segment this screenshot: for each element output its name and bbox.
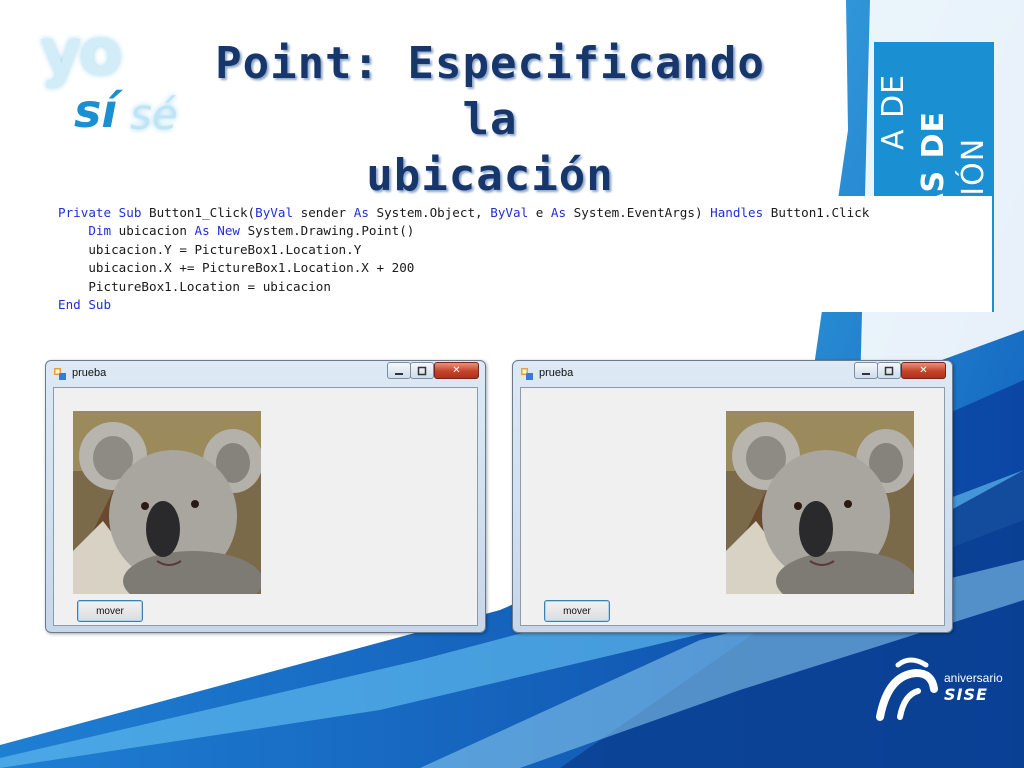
code-line: End Sub — [58, 296, 992, 314]
code-text: System.Drawing.Point() — [240, 223, 415, 239]
minimize-button[interactable] — [387, 362, 411, 379]
code-text: e — [528, 205, 551, 220]
code-snippet: Private Sub Button1_Click(ByVal sender A… — [50, 196, 992, 312]
code-line: PictureBox1.Location = ubicacion — [58, 278, 992, 296]
aniversario-label: aniversario — [944, 671, 1003, 685]
close-button[interactable]: ✕ — [901, 362, 946, 379]
code-keyword: ByVal — [255, 205, 294, 220]
code-text: System.EventArgs) — [566, 205, 711, 220]
maximize-icon — [884, 366, 894, 375]
minimize-button[interactable] — [854, 362, 878, 379]
form-client-area: mover — [53, 387, 478, 626]
maximize-button[interactable] — [410, 362, 434, 379]
window-titlebar[interactable]: prueba ✕ — [513, 361, 952, 387]
koala-picture-box — [73, 411, 261, 594]
code-text: System.Object, — [368, 205, 491, 220]
form-window-after[interactable]: prueba ✕ mover — [512, 360, 953, 633]
minimize-icon — [395, 372, 403, 375]
logo-se: sé — [130, 90, 178, 139]
close-icon: ✕ — [452, 365, 461, 376]
code-text: ubicacion.X += PictureBox1.Location.X + … — [58, 260, 415, 276]
code-text: Button1_Click( — [141, 205, 256, 220]
code-keyword: Handles — [710, 205, 764, 220]
mover-button[interactable]: mover — [544, 600, 610, 622]
code-keyword: Private Sub — [58, 205, 142, 220]
code-text: sender — [293, 205, 354, 220]
window-title: prueba — [72, 367, 107, 379]
code-text: ubicacion.Y = PictureBox1.Location.Y — [58, 241, 362, 257]
slide-title-line-1: Point: Especificando la — [215, 38, 765, 145]
window-title: prueba — [539, 367, 574, 379]
code-text: PictureBox1.Location = ubicacion — [58, 278, 331, 294]
code-line: Private Sub Button1_Click(ByVal sender A… — [58, 204, 992, 222]
runner-icon — [876, 657, 938, 721]
logo-yo: yo — [40, 16, 123, 90]
maximize-button[interactable] — [877, 362, 901, 379]
code-keyword: End Sub — [58, 297, 112, 313]
sise-brand: SISE — [944, 685, 988, 704]
form-app-icon — [54, 368, 66, 380]
code-line: ubicacion.X += PictureBox1.Location.X + … — [58, 259, 992, 277]
code-keyword: As — [550, 205, 567, 220]
code-keyword: ByVal — [490, 205, 529, 220]
yo-si-se-logo: yo sí sé — [40, 16, 190, 142]
form-window-before[interactable]: prueba ✕ mover — [45, 360, 486, 633]
code-keyword: As New — [194, 223, 241, 239]
close-button[interactable]: ✕ — [434, 362, 479, 379]
close-icon: ✕ — [919, 365, 928, 376]
code-line: Dim ubicacion As New System.Drawing.Poin… — [58, 222, 992, 240]
logo-si: sí — [74, 84, 118, 138]
code-line: ubicacion.Y = PictureBox1.Location.Y — [58, 241, 992, 259]
code-text: Button1.Click — [763, 205, 870, 220]
minimize-icon — [862, 372, 870, 375]
slide-title: Point: Especificando la ubicación — [210, 36, 770, 204]
mover-button[interactable]: mover — [77, 600, 143, 622]
koala-picture-box — [726, 411, 914, 594]
code-keyword: Dim — [88, 223, 112, 239]
maximize-icon — [417, 366, 427, 375]
code-text: ubicacion — [111, 223, 195, 239]
form-client-area: mover — [520, 387, 945, 626]
form-app-icon — [521, 368, 533, 380]
code-keyword: As — [353, 205, 369, 220]
aniversario-sise-logo: aniversario SISE — [870, 655, 1020, 735]
window-titlebar[interactable]: prueba ✕ — [46, 361, 485, 387]
